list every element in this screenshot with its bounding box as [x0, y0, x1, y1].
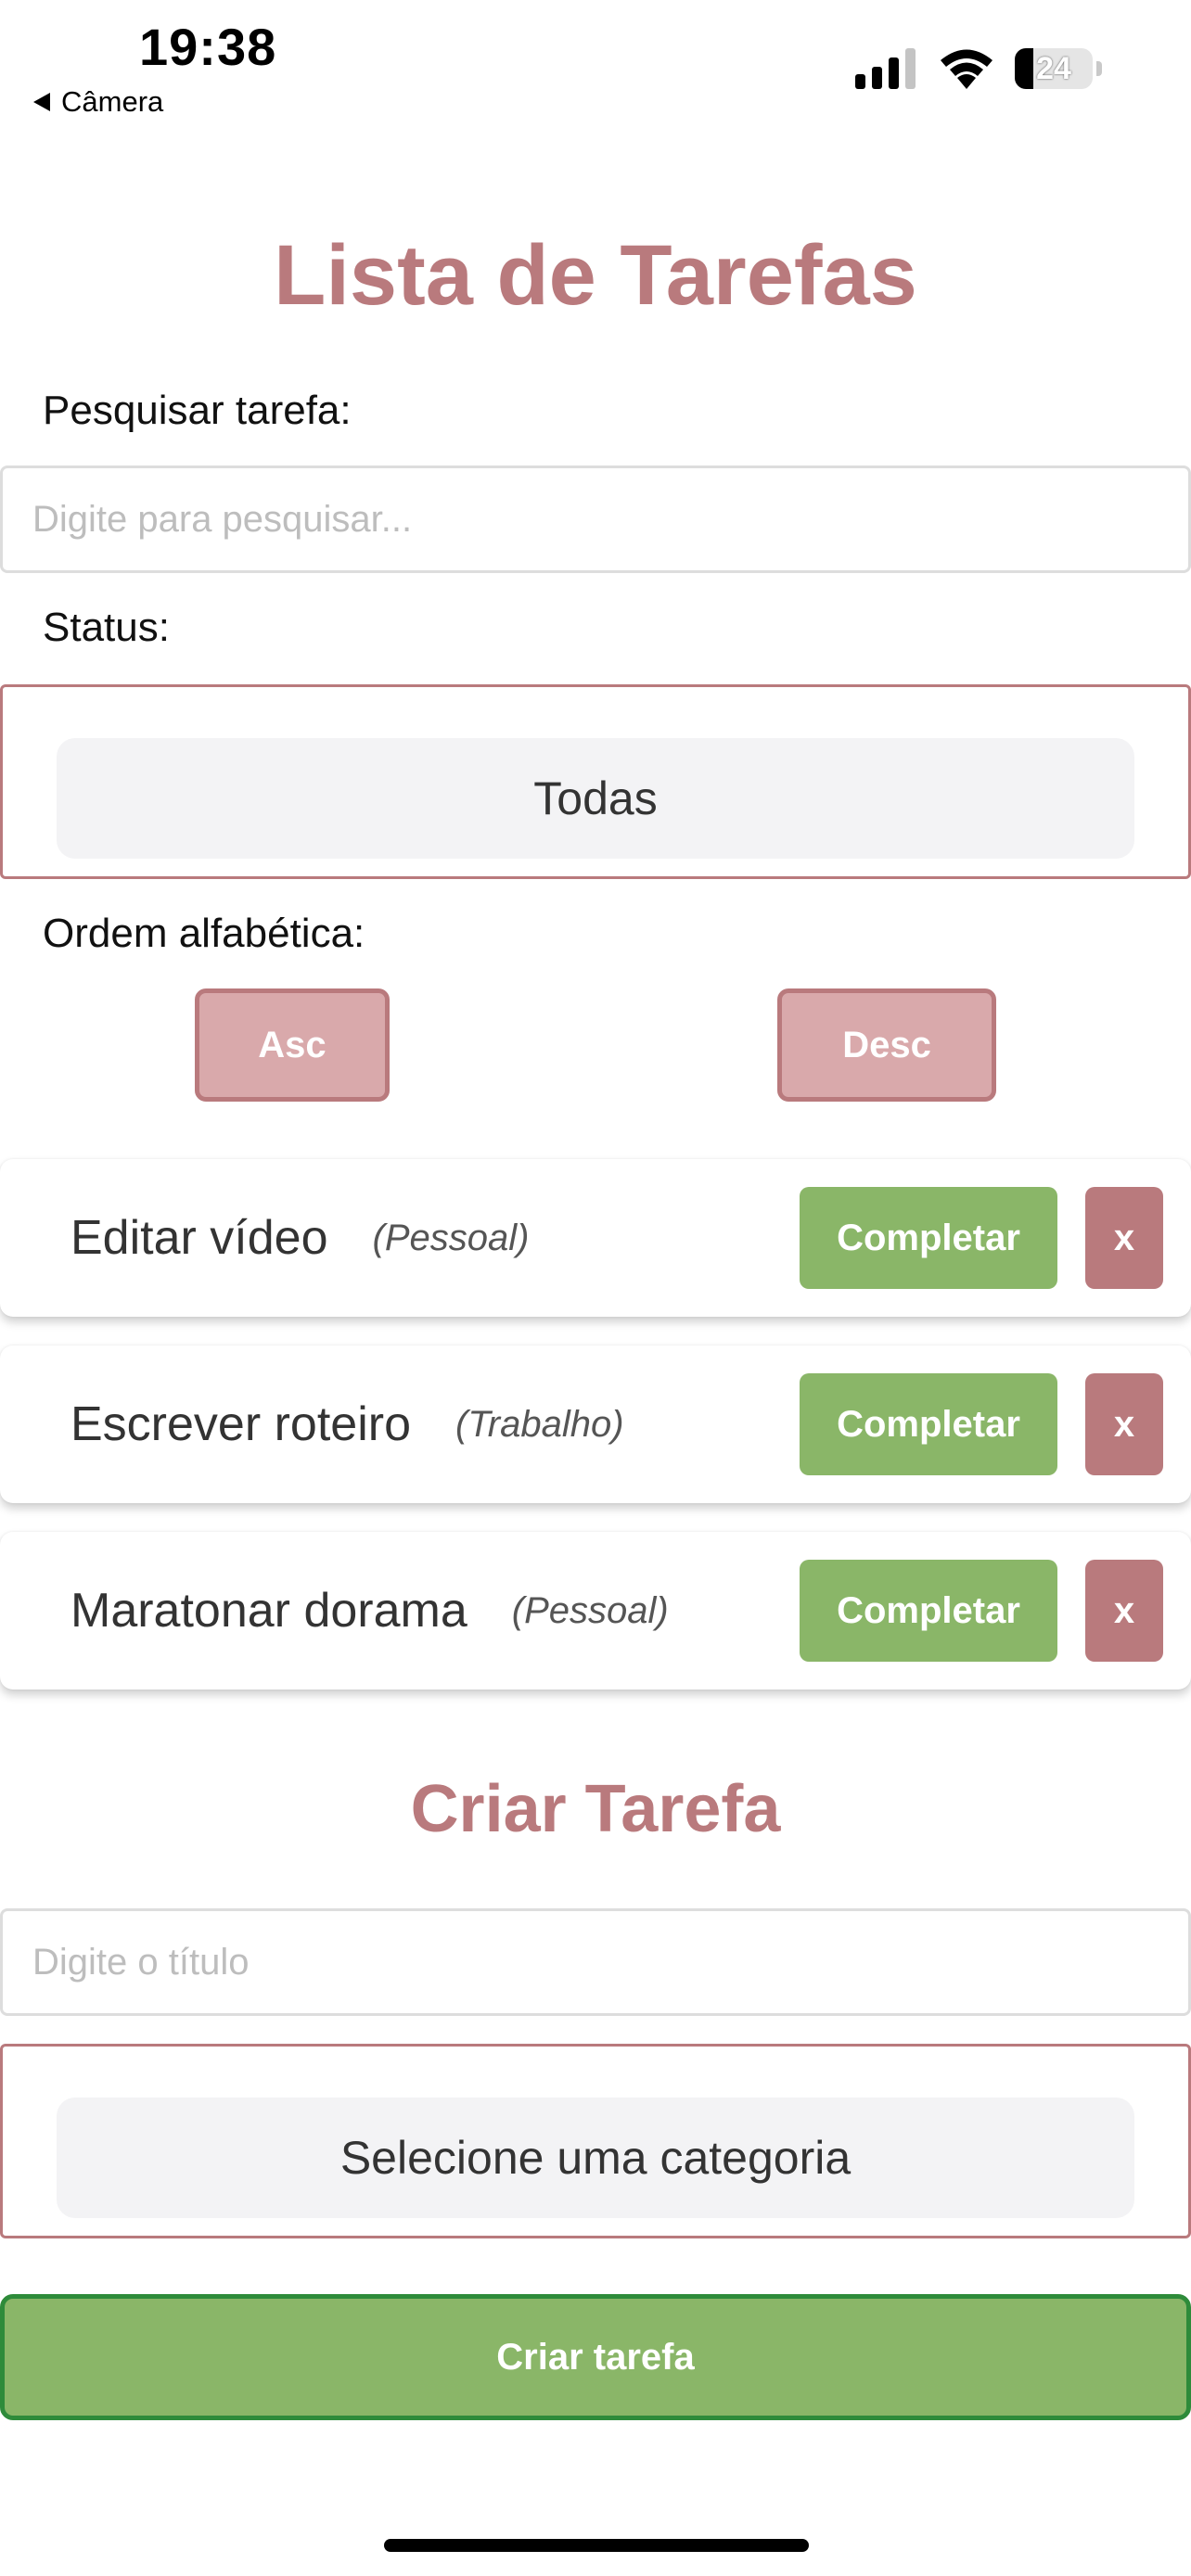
cellular-signal-icon [855, 48, 916, 89]
task-title-input[interactable] [0, 1908, 1191, 2016]
status-time: 19:38 [139, 18, 277, 76]
battery-nub [1096, 61, 1102, 76]
back-to-camera-link[interactable]: Câmera [33, 85, 163, 119]
sort-desc-button[interactable]: Desc [777, 988, 996, 1102]
delete-task-button[interactable]: x [1085, 1187, 1163, 1289]
delete-task-button[interactable]: x [1085, 1560, 1163, 1662]
back-triangle-icon [33, 93, 50, 111]
search-input[interactable] [0, 465, 1191, 573]
task-title-wrap: Maratonar dorama (Pessoal) [70, 1532, 669, 1690]
category-select[interactable]: Selecione uma categoria [0, 2044, 1191, 2238]
battery-icon: 24 [1015, 48, 1093, 89]
wifi-icon [941, 49, 992, 89]
battery-percent: 24 [1036, 50, 1071, 86]
sort-label: Ordem alfabética: [43, 911, 365, 956]
task-item: Editar vídeo (Pessoal) Completar x [0, 1159, 1191, 1317]
task-category: (Pessoal) [511, 1589, 669, 1631]
task-category: (Pessoal) [372, 1217, 530, 1258]
task-item: Escrever roteiro (Trabalho) Completar x [0, 1345, 1191, 1503]
back-label: Câmera [61, 85, 164, 118]
status-label: Status: [43, 605, 170, 650]
search-label: Pesquisar tarefa: [43, 388, 352, 433]
create-task-title: Criar Tarefa [410, 1772, 781, 1846]
status-select[interactable]: Todas [0, 684, 1191, 879]
complete-task-button[interactable]: Completar [800, 1560, 1057, 1662]
sort-asc-button[interactable]: Asc [195, 988, 390, 1102]
category-select-value[interactable]: Selecione uma categoria [57, 2098, 1134, 2218]
status-select-value[interactable]: Todas [57, 738, 1134, 859]
complete-task-button[interactable]: Completar [800, 1187, 1057, 1289]
home-indicator[interactable] [384, 2539, 809, 2552]
task-item: Maratonar dorama (Pessoal) Completar x [0, 1532, 1191, 1690]
task-title-wrap: Editar vídeo (Pessoal) [70, 1159, 529, 1317]
task-category: (Trabalho) [455, 1403, 624, 1445]
task-title: Escrever roteiro [70, 1397, 411, 1451]
complete-task-button[interactable]: Completar [800, 1373, 1057, 1475]
create-task-button[interactable]: Criar tarefa [0, 2294, 1191, 2420]
page-title: Lista de Tarefas [274, 228, 917, 323]
task-title: Maratonar dorama [70, 1584, 467, 1638]
delete-task-button[interactable]: x [1085, 1373, 1163, 1475]
task-title-wrap: Escrever roteiro (Trabalho) [70, 1345, 624, 1503]
task-title: Editar vídeo [70, 1211, 328, 1265]
